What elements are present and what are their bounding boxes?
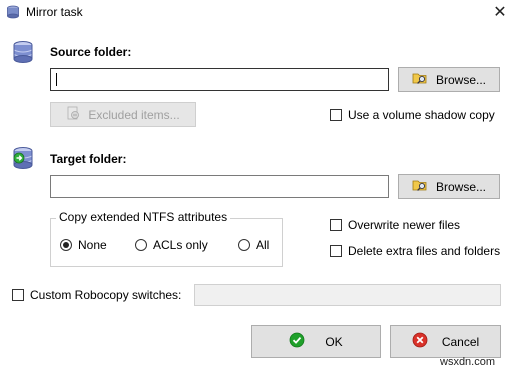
target-folder-label: Target folder:	[50, 152, 127, 166]
delete-extra-label: Delete extra files and folders	[348, 244, 501, 258]
cancel-button[interactable]: Cancel	[390, 325, 501, 358]
robocopy-checkbox[interactable]	[12, 289, 24, 301]
title-bar: Mirror task ✕	[0, 0, 513, 24]
radio-selected-dot	[63, 242, 69, 248]
delete-extra-option[interactable]: Delete extra files and folders	[330, 244, 500, 258]
source-folder-input[interactable]	[50, 68, 389, 91]
excluded-items-icon	[66, 106, 80, 123]
ntfs-option-acls[interactable]: ACLs only	[135, 238, 208, 252]
ntfs-option-none[interactable]: None	[60, 238, 107, 252]
ntfs-none-label: None	[78, 238, 107, 252]
cancel-label: Cancel	[441, 334, 480, 349]
ok-label: OK	[325, 334, 343, 349]
source-folder-label: Source folder:	[50, 45, 132, 59]
ntfs-acls-radio[interactable]	[135, 239, 147, 251]
overwrite-label: Overwrite newer files	[348, 218, 461, 232]
ok-check-icon	[289, 332, 305, 351]
robocopy-label: Custom Robocopy switches:	[30, 288, 182, 302]
ntfs-group-label: Copy extended NTFS attributes	[56, 210, 231, 224]
overwrite-checkbox[interactable]	[330, 219, 342, 231]
delete-extra-checkbox[interactable]	[330, 245, 342, 257]
cancel-x-icon	[412, 332, 428, 351]
shadow-copy-checkbox[interactable]	[330, 109, 342, 121]
target-browse-button[interactable]: Browse...	[398, 174, 500, 199]
source-database-icon	[12, 40, 34, 67]
watermark: wsxdn.com	[440, 356, 496, 368]
folder-browse-icon	[412, 71, 428, 88]
folder-browse-icon	[412, 178, 428, 195]
ntfs-all-label: All	[256, 238, 270, 252]
close-icon: ✕	[493, 4, 507, 21]
close-button[interactable]: ✕	[489, 2, 511, 22]
robocopy-switches-input[interactable]	[194, 284, 501, 306]
ntfs-acls-label: ACLs only	[153, 238, 208, 252]
excluded-items-button[interactable]: Excluded items...	[50, 102, 196, 127]
target-database-icon	[12, 146, 34, 173]
ntfs-all-radio[interactable]	[238, 239, 250, 251]
ntfs-option-all[interactable]: All	[238, 238, 269, 252]
target-browse-label: Browse...	[435, 179, 486, 194]
target-folder-input[interactable]	[50, 175, 389, 198]
robocopy-option[interactable]: Custom Robocopy switches:	[12, 288, 181, 302]
shadow-copy-option[interactable]: Use a volume shadow copy	[330, 108, 495, 122]
app-icon	[6, 5, 20, 22]
ok-button[interactable]: OK	[251, 325, 381, 358]
excluded-items-label: Excluded items...	[88, 107, 180, 122]
text-cursor	[56, 73, 57, 86]
source-browse-button[interactable]: Browse...	[398, 67, 500, 92]
overwrite-option[interactable]: Overwrite newer files	[330, 218, 460, 232]
shadow-copy-label: Use a volume shadow copy	[348, 108, 495, 122]
ntfs-none-radio[interactable]	[60, 239, 72, 251]
source-browse-label: Browse...	[435, 72, 486, 87]
window-title: Mirror task	[26, 5, 83, 19]
